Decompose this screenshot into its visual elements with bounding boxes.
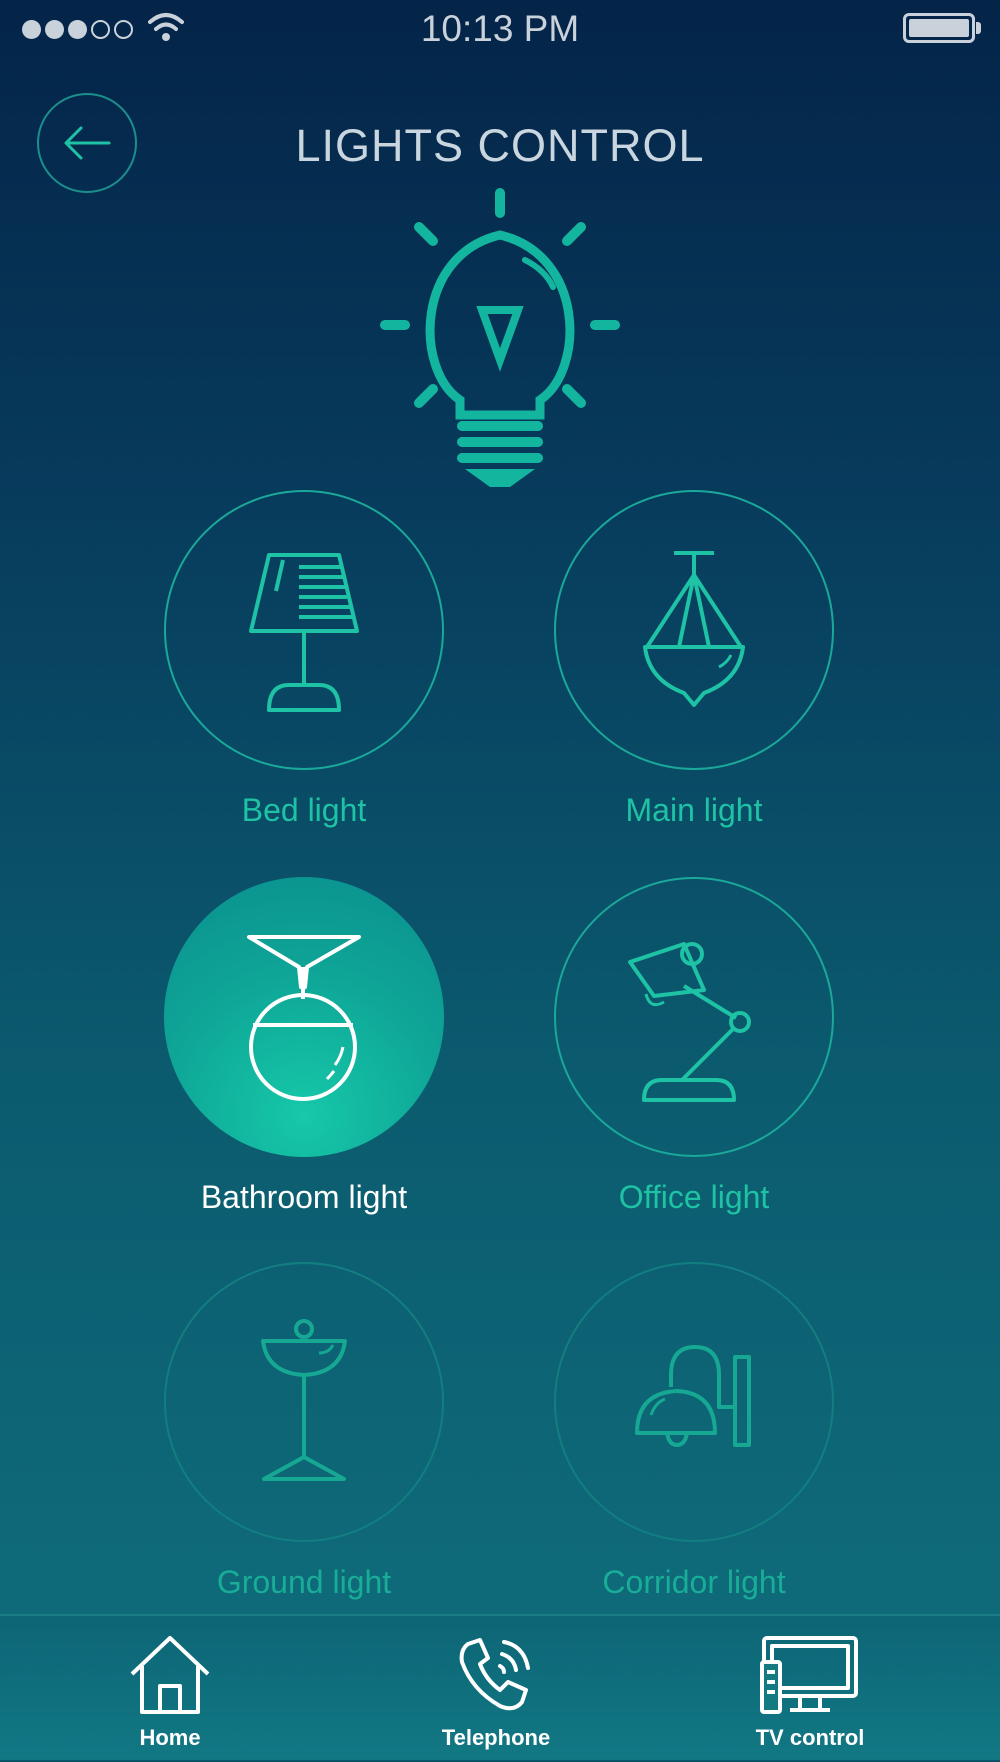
home-icon: [130, 1636, 210, 1714]
bottom-nav: Home Telephone TV control: [0, 1614, 1000, 1762]
office-light-toggle[interactable]: [554, 877, 834, 1157]
tile-bed-light[interactable]: Bed light: [164, 490, 444, 829]
phone-icon: [459, 1638, 530, 1711]
tile-main-light[interactable]: Main light: [554, 490, 834, 829]
status-bar: 10:13 PM: [0, 0, 1000, 60]
nav-home-label: Home: [139, 1725, 201, 1750]
battery-nub: [976, 22, 981, 34]
nav-home[interactable]: Home: [80, 1632, 260, 1751]
bed-lamp-icon: [249, 553, 359, 712]
light-bulb-icon: [380, 188, 620, 487]
tile-corridor-light[interactable]: Corridor light: [554, 1262, 834, 1601]
page-title: LIGHTS CONTROL: [295, 120, 705, 171]
tile-label: Bathroom light: [200, 1179, 408, 1215]
pendant-globe-icon: [247, 935, 361, 1101]
battery-icon: [903, 13, 975, 43]
corridor-light-toggle[interactable]: [554, 1262, 834, 1542]
desk-lamp-icon: [628, 942, 751, 1102]
tv-icon: [760, 1636, 858, 1714]
tile-label: Corridor light: [602, 1564, 786, 1600]
ground-light-toggle[interactable]: [164, 1262, 444, 1542]
main-light-toggle[interactable]: [554, 490, 834, 770]
bathroom-light-toggle[interactable]: [164, 877, 444, 1157]
nav-tv-control[interactable]: TV control: [720, 1632, 900, 1751]
tile-ground-light[interactable]: Ground light: [164, 1262, 444, 1601]
tile-label: Main light: [625, 792, 763, 828]
wall-sconce-icon: [635, 1345, 751, 1447]
tile-label: Bed light: [241, 792, 367, 828]
bed-light-toggle[interactable]: [164, 490, 444, 770]
tile-bathroom-light[interactable]: Bathroom light: [164, 877, 444, 1216]
floor-lamp-icon: [261, 1319, 347, 1481]
status-time: 10:13 PM: [420, 8, 580, 49]
nav-telephone-label: Telephone: [441, 1725, 551, 1750]
nav-telephone[interactable]: Telephone: [406, 1632, 586, 1751]
nav-tv-label: TV control: [755, 1725, 865, 1750]
tile-label: Ground light: [216, 1564, 392, 1600]
tile-label: Office light: [618, 1179, 770, 1215]
chandelier-icon: [643, 551, 745, 707]
tile-office-light[interactable]: Office light: [554, 877, 834, 1216]
